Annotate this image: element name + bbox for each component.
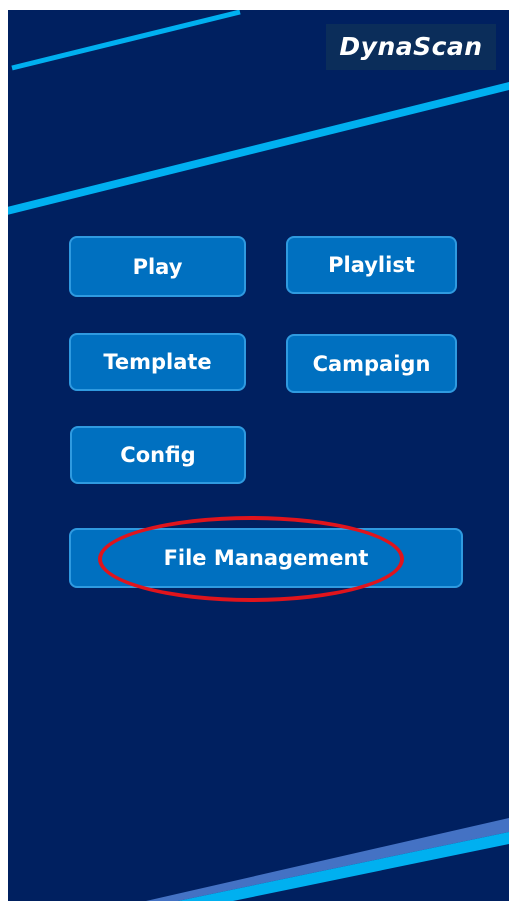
- play-button[interactable]: Play: [69, 236, 246, 297]
- config-button[interactable]: Config: [70, 426, 246, 484]
- template-button[interactable]: Template: [69, 333, 246, 391]
- file-management-button[interactable]: File Management: [69, 528, 463, 588]
- top-stripe: [11, 10, 241, 71]
- playlist-button[interactable]: Playlist: [286, 236, 457, 294]
- dynascan-logo: DynaScan: [326, 24, 496, 70]
- middle-stripe: [8, 82, 509, 215]
- app-screen: DynaScan Play Playlist Template Campaign…: [8, 10, 509, 901]
- bottom-stripe-dark: [146, 818, 509, 901]
- campaign-button[interactable]: Campaign: [286, 334, 457, 393]
